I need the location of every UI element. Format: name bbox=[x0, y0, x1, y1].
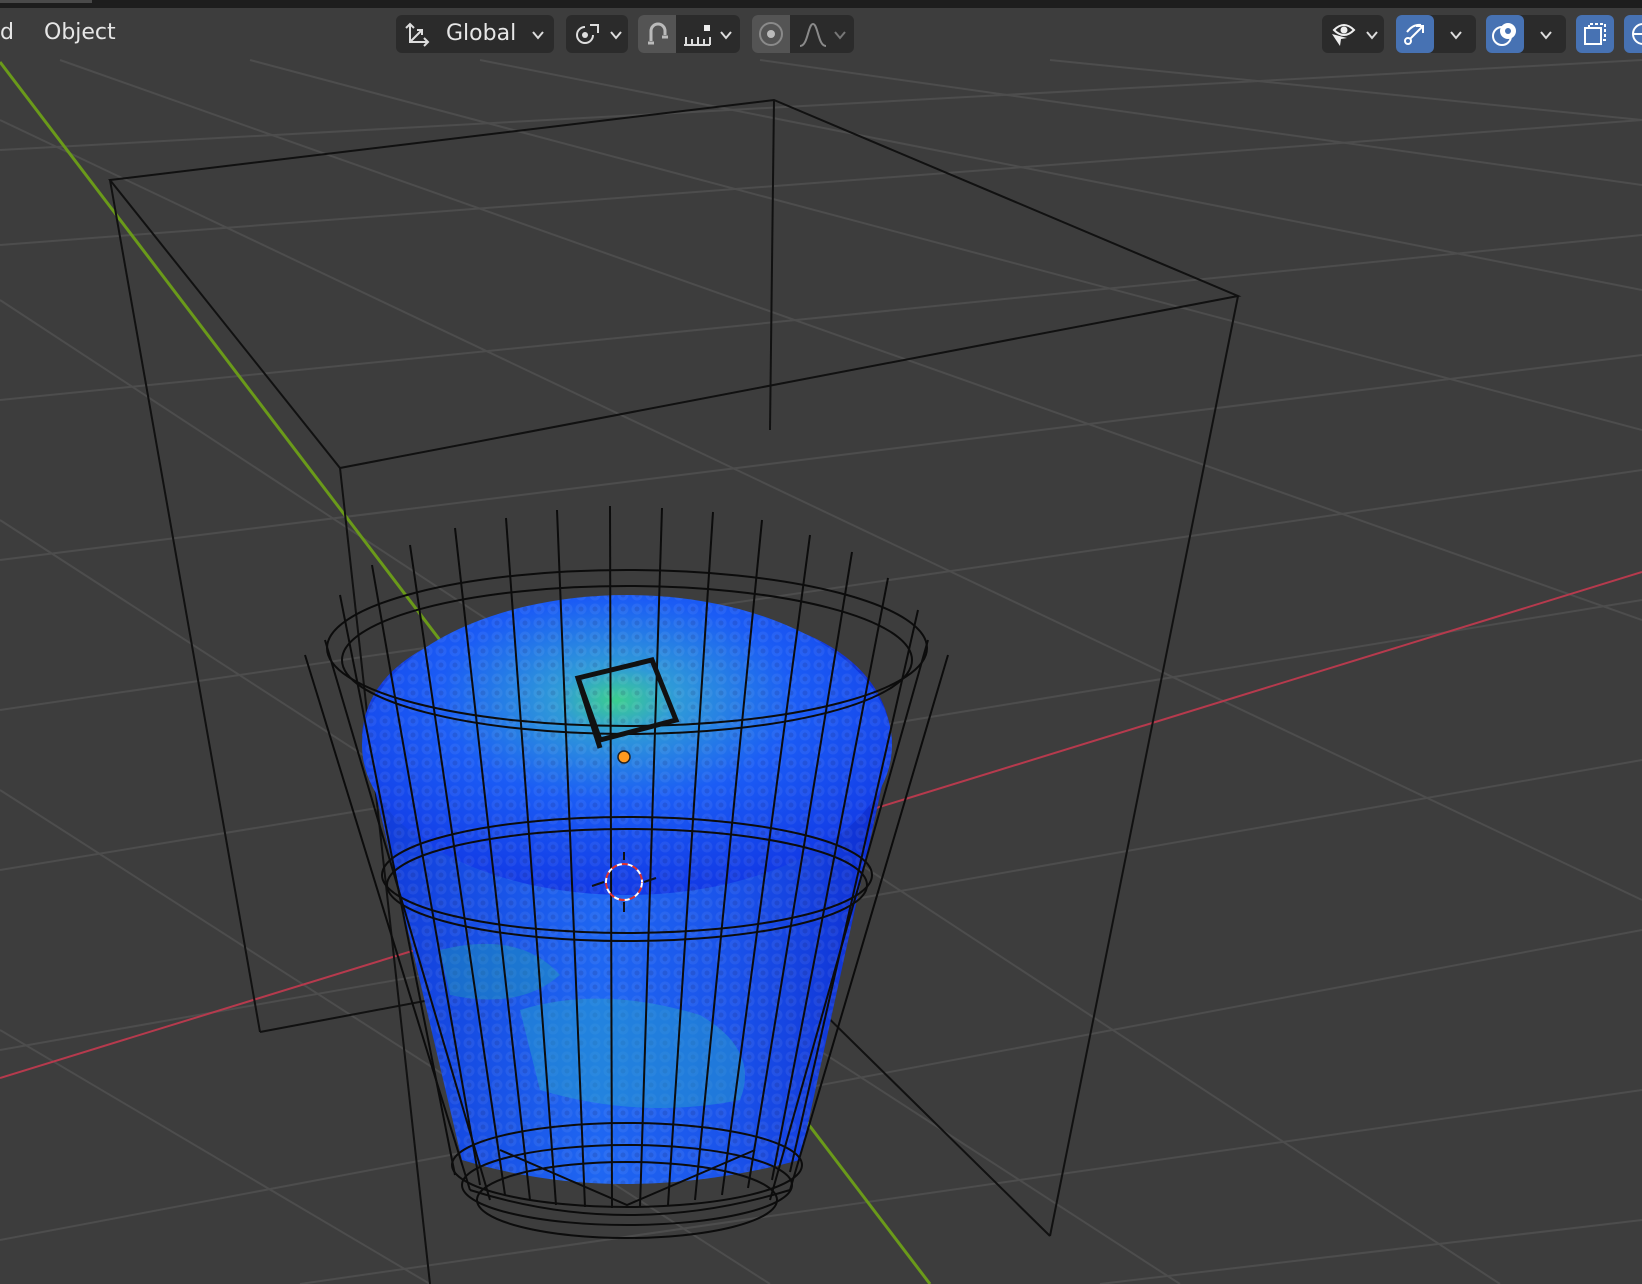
transform-orientation-icon bbox=[405, 22, 430, 47]
gizmo-group[interactable] bbox=[1396, 15, 1476, 53]
window-top-bar bbox=[0, 0, 1642, 8]
chevron-down-icon bbox=[1540, 31, 1552, 40]
pivot-point-icon bbox=[576, 24, 599, 44]
transform-orientation-label: Global bbox=[446, 21, 517, 46]
3d-viewport[interactable] bbox=[0, 0, 1642, 1284]
overlays-group[interactable] bbox=[1486, 15, 1566, 53]
chevron-down-icon bbox=[1450, 31, 1462, 40]
show-overlays-toggle[interactable] bbox=[1486, 15, 1524, 53]
show-gizmo-icon bbox=[1404, 23, 1424, 45]
proportional-edit-toggle[interactable] bbox=[752, 15, 790, 53]
show-overlays-icon bbox=[1492, 23, 1516, 46]
menu-add-partial[interactable]: d bbox=[0, 20, 14, 46]
snap-toggle[interactable] bbox=[638, 15, 676, 53]
active-area-indicator bbox=[0, 0, 92, 3]
viewport-header: d Object Global bbox=[0, 8, 1642, 60]
proportional-editing-group[interactable] bbox=[752, 15, 854, 53]
snap-magnet-icon bbox=[648, 22, 668, 45]
xray-toggle[interactable] bbox=[1576, 15, 1614, 53]
selectability-visibility-icon bbox=[1332, 24, 1356, 46]
xray-toggle-icon bbox=[1584, 23, 1606, 45]
transform-orientation-dropdown[interactable]: Global bbox=[396, 15, 554, 53]
snapping-group[interactable] bbox=[638, 15, 740, 53]
chevron-down-icon bbox=[610, 31, 622, 40]
snap-increment-icon bbox=[684, 25, 711, 46]
falloff-curve-icon bbox=[799, 22, 827, 47]
chevron-down-icon bbox=[1366, 31, 1378, 40]
pivot-point-dropdown[interactable] bbox=[566, 15, 628, 53]
chevron-down-icon bbox=[532, 31, 544, 40]
menu-object[interactable]: Object bbox=[44, 20, 116, 46]
selectability-visibility-dropdown[interactable] bbox=[1322, 15, 1384, 53]
chevron-down-icon bbox=[720, 31, 732, 40]
show-gizmo-toggle[interactable] bbox=[1396, 15, 1434, 53]
viewport-shading-wireframe[interactable] bbox=[1624, 15, 1642, 53]
proportional-edit-icon bbox=[759, 22, 783, 46]
chevron-down-icon bbox=[834, 31, 846, 40]
viewport-shading-icon bbox=[1632, 23, 1642, 45]
object-origin-icon bbox=[617, 750, 631, 764]
